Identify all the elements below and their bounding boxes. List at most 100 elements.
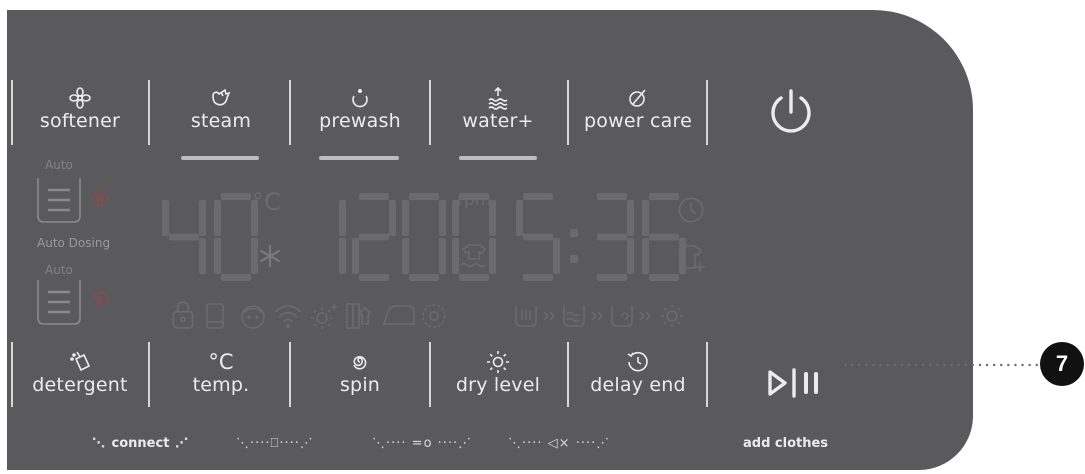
dry-level-label: dry level	[455, 374, 541, 396]
time-digit-segment	[642, 200, 649, 236]
auto-label-top: Auto	[45, 158, 73, 172]
time-digit-segment	[649, 193, 679, 200]
sun-plus-icon	[311, 304, 337, 329]
divider	[11, 342, 13, 407]
time-digit-segment	[523, 193, 553, 200]
water-plus-icon	[488, 86, 508, 110]
remote-start-indicator: ⋱····⎕····⋰	[236, 436, 314, 451]
steam-icon	[212, 88, 231, 106]
spin-button[interactable]: spin	[302, 350, 418, 396]
time-digit-segment	[649, 274, 679, 281]
clock-icon	[678, 197, 704, 223]
connect-indicator: ⋱ connect ⋰	[92, 436, 189, 451]
prewash-indicator-bar	[319, 156, 399, 160]
detergent-button[interactable]: detergent	[24, 350, 136, 396]
power-care-label: power care	[584, 110, 692, 132]
spin-label: spin	[339, 374, 381, 396]
water-plus-indicator-bar	[459, 156, 537, 160]
temp-digit-segment	[214, 200, 221, 236]
time-colon-dot	[570, 255, 578, 263]
detergent-label: detergent	[32, 374, 128, 396]
hygiene-icon	[422, 304, 446, 328]
time-digit-segment	[523, 274, 553, 281]
mute-indicator: ⋱···· ◁× ····⋰	[508, 436, 611, 451]
spin-digit-segment	[359, 274, 389, 281]
remote-icon: ⎕	[270, 436, 280, 451]
detergent-alert-icon	[92, 290, 110, 308]
power-care-button[interactable]: power care	[578, 86, 698, 132]
divider	[148, 80, 150, 145]
rpm-unit: rpm	[457, 190, 492, 210]
spin-digit-segment	[389, 200, 396, 236]
spin-digit-segment	[452, 238, 459, 274]
add-clothes-label: add clothes	[743, 436, 829, 451]
steam-button[interactable]: steam	[162, 86, 280, 132]
softener-button[interactable]: softener	[24, 86, 136, 132]
temp-digit-segment	[221, 274, 251, 281]
spin-digit-segment	[402, 238, 409, 274]
auto-dosing-label: Auto Dosing	[37, 236, 111, 250]
divider	[429, 342, 431, 407]
temp-unit: °C	[252, 188, 281, 216]
mute-icon: ◁×	[547, 436, 571, 451]
water-plus-label: water+	[462, 110, 534, 132]
callout-number: 7	[1040, 342, 1084, 386]
spin-digit-segment	[489, 238, 496, 274]
divider	[706, 342, 708, 407]
dry-level-button[interactable]: dry level	[442, 350, 554, 396]
phone-icon	[206, 303, 224, 329]
temp-digit-segment	[199, 200, 206, 236]
delay-end-button[interactable]: delay end	[578, 350, 698, 396]
time-digit-segment	[553, 238, 560, 274]
temp-digit-segment	[221, 193, 251, 200]
time-colon-dot	[570, 229, 578, 237]
time-digit-segment	[627, 238, 634, 274]
spin-digit-segment	[409, 193, 439, 200]
spin-digit-segment	[402, 200, 409, 236]
time-digit-segment	[642, 238, 649, 274]
spin-digit-segment	[352, 238, 359, 274]
connect-label: connect	[111, 436, 170, 451]
time-digit-segment	[597, 274, 627, 281]
steam-indicator-bar	[181, 156, 259, 160]
shirt-plus-icon	[677, 245, 705, 272]
water-plus-button[interactable]: water+	[442, 86, 554, 132]
wardrobe-icon	[346, 303, 372, 329]
play-pause-button[interactable]	[765, 367, 825, 399]
time-digit-segment	[523, 233, 553, 241]
lock-icon	[172, 301, 194, 329]
sun-icon	[487, 351, 509, 373]
key-indicator: ⋱···· =o ····⋰	[372, 436, 473, 451]
divider	[148, 342, 150, 407]
dosing-tank-icon	[37, 280, 81, 325]
iron-icon	[382, 305, 415, 325]
child-icon	[241, 305, 265, 329]
temperature-icon: °C	[208, 350, 234, 374]
callout-leader-line	[845, 363, 1041, 367]
time-digit-segment	[597, 233, 627, 241]
spin-digit-segment	[359, 193, 389, 200]
temperature-button[interactable]: °C temp.	[162, 350, 280, 396]
temp-digit-segment	[169, 233, 199, 241]
dosing-tank-icon	[37, 178, 81, 223]
key-icon: =o	[411, 436, 433, 451]
power-button[interactable]	[765, 86, 817, 138]
laundry-icon	[460, 244, 487, 268]
prewash-icon	[352, 88, 368, 108]
spin-digit-segment	[439, 238, 446, 274]
flower-icon	[69, 87, 91, 109]
clock-icon	[627, 351, 648, 372]
spin-digit-segment	[439, 200, 446, 236]
divider	[706, 80, 708, 145]
temp-digit-segment	[214, 238, 221, 274]
cycle-progress-icons	[515, 305, 683, 327]
divider	[567, 342, 569, 407]
spin-digit-segment	[359, 233, 389, 241]
snowflake-icon	[259, 245, 281, 267]
prewash-button[interactable]: prewash	[302, 86, 418, 132]
time-digit-segment	[627, 200, 634, 236]
spin-digit-segment	[339, 200, 346, 236]
detergent-icon	[70, 351, 91, 372]
temperature-label: temp.	[192, 374, 250, 396]
time-digit-segment	[649, 233, 679, 241]
